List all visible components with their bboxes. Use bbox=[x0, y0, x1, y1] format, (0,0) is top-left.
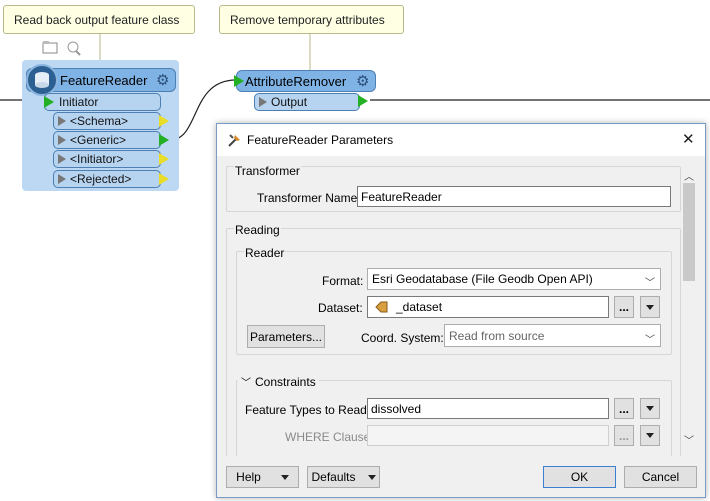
attribute-remover-title: AttributeRemover bbox=[245, 74, 347, 89]
coord-system-label: Coord. System: bbox=[361, 331, 444, 345]
transformer-section-label: Transformer bbox=[234, 164, 301, 178]
feature-types-menu-button[interactable] bbox=[640, 398, 660, 419]
parameters-button[interactable]: Parameters... bbox=[247, 325, 325, 348]
dataset-input[interactable]: _dataset bbox=[367, 296, 609, 318]
annotation-remove-attributes[interactable]: Remove temporary attributes bbox=[219, 5, 404, 34]
expand-arrow-icon[interactable] bbox=[58, 154, 66, 164]
chevron-down-icon: ﹀ bbox=[645, 278, 655, 289]
dialog-title: FeatureReader Parameters bbox=[247, 133, 394, 147]
input-arrow-icon bbox=[234, 75, 244, 87]
expand-arrow-icon[interactable] bbox=[58, 116, 66, 126]
feature-types-label: Feature Types to Read: bbox=[245, 403, 371, 417]
dialog-content: Transformer Transformer Name: FeatureRea… bbox=[225, 158, 683, 456]
rejected-output-port[interactable]: <Rejected> bbox=[53, 170, 161, 188]
feature-types-browse-button[interactable]: ... bbox=[614, 398, 634, 419]
feature-reader-parameters-dialog: FeatureReader Parameters ✕ Transformer T… bbox=[216, 123, 706, 498]
dataset-menu-button[interactable] bbox=[640, 296, 660, 318]
defaults-button[interactable]: Defaults bbox=[307, 466, 380, 488]
output-port-icon[interactable] bbox=[159, 173, 169, 185]
feature-types-input[interactable]: dissolved bbox=[367, 398, 609, 419]
help-button-label: Help bbox=[236, 470, 261, 484]
generic-output-port[interactable]: <Generic> bbox=[53, 131, 161, 149]
output-port-icon[interactable] bbox=[159, 134, 169, 146]
defaults-button-label: Defaults bbox=[311, 470, 356, 484]
where-clause-browse-button[interactable]: ... bbox=[614, 425, 634, 446]
port-label: <Rejected> bbox=[70, 172, 132, 186]
initiator-input-port[interactable]: Initiator bbox=[44, 93, 161, 111]
parameter-arrow-icon bbox=[375, 301, 388, 313]
attribute-remover-node[interactable]: AttributeRemover ⚙ bbox=[236, 70, 376, 92]
scrollbar-thumb[interactable] bbox=[683, 183, 695, 281]
chevron-down-icon: ﹀ bbox=[645, 334, 655, 346]
reader-group-label: Reader bbox=[244, 246, 286, 260]
port-label: <Schema> bbox=[70, 114, 129, 128]
where-clause-menu-button[interactable] bbox=[640, 425, 660, 446]
dropdown-arrow-icon bbox=[367, 474, 376, 480]
where-clause-label: WHERE Clause: bbox=[285, 430, 374, 444]
dialog-title-bar: FeatureReader Parameters ✕ bbox=[217, 124, 705, 156]
expand-arrow-icon[interactable] bbox=[259, 97, 267, 107]
annotation-text: Remove temporary attributes bbox=[230, 12, 385, 27]
gear-icon[interactable]: ⚙ bbox=[356, 72, 369, 90]
coord-system-select[interactable]: Read from source ﹀ bbox=[444, 324, 661, 347]
close-icon[interactable]: ✕ bbox=[682, 130, 695, 148]
ok-button[interactable]: OK bbox=[543, 466, 616, 488]
dropdown-arrow-icon bbox=[280, 474, 289, 480]
output-port-icon[interactable] bbox=[159, 115, 169, 127]
database-icon bbox=[26, 64, 58, 96]
chevron-down-icon: ﹀ bbox=[241, 378, 251, 389]
expand-arrow-icon[interactable] bbox=[58, 135, 66, 145]
port-label: <Initiator> bbox=[70, 152, 124, 166]
transformer-name-label: Transformer Name: bbox=[257, 191, 361, 205]
cancel-button[interactable]: Cancel bbox=[624, 466, 697, 488]
chevron-down-icon[interactable]: ﹀ bbox=[684, 432, 694, 447]
help-button[interactable]: Help bbox=[226, 466, 299, 488]
output-port-icon[interactable] bbox=[159, 153, 169, 165]
coord-system-value: Read from source bbox=[449, 328, 545, 343]
format-label: Format: bbox=[322, 274, 364, 288]
format-value: Esri Geodatabase (File Geodb Open API) bbox=[372, 272, 593, 286]
feature-reader-title: FeatureReader bbox=[60, 73, 148, 88]
dataset-value: _dataset bbox=[396, 300, 443, 314]
inspect-icon[interactable] bbox=[64, 40, 82, 56]
folder-icon[interactable] bbox=[42, 40, 60, 56]
output-port-icon[interactable] bbox=[358, 95, 368, 107]
schema-output-port[interactable]: <Schema> bbox=[53, 112, 161, 130]
initiator-output-port[interactable]: <Initiator> bbox=[53, 150, 161, 168]
transformer-icon bbox=[227, 132, 243, 148]
expand-arrow-icon[interactable] bbox=[58, 174, 66, 184]
port-label: Initiator bbox=[59, 95, 99, 109]
gear-icon[interactable]: ⚙ bbox=[156, 71, 169, 89]
annotation-read-back[interactable]: Read back output feature class bbox=[3, 5, 195, 34]
chevron-up-icon[interactable]: ︿ bbox=[684, 168, 694, 183]
dropdown-arrow-icon bbox=[646, 406, 654, 411]
input-arrow-icon bbox=[44, 96, 54, 108]
constraints-section-label: Constraints bbox=[255, 374, 316, 389]
transformer-name-input[interactable]: FeatureReader bbox=[357, 186, 671, 207]
where-clause-input[interactable] bbox=[367, 425, 609, 446]
dataset-label: Dataset: bbox=[318, 301, 363, 315]
constraints-toggle[interactable]: ﹀ Constraints bbox=[238, 374, 319, 389]
vertical-scrollbar[interactable]: ︿ ﹀ bbox=[681, 166, 697, 449]
dataset-browse-button[interactable]: ... bbox=[614, 296, 634, 318]
dropdown-arrow-icon bbox=[646, 433, 654, 438]
port-label: Output bbox=[271, 95, 308, 109]
port-label: <Generic> bbox=[70, 133, 127, 147]
output-port[interactable]: Output bbox=[254, 93, 360, 111]
reading-section-label: Reading bbox=[234, 223, 281, 237]
annotation-text: Read back output feature class bbox=[14, 12, 180, 27]
dropdown-arrow-icon bbox=[646, 304, 654, 310]
format-select[interactable]: Esri Geodatabase (File Geodb Open API) ﹀ bbox=[367, 268, 661, 290]
